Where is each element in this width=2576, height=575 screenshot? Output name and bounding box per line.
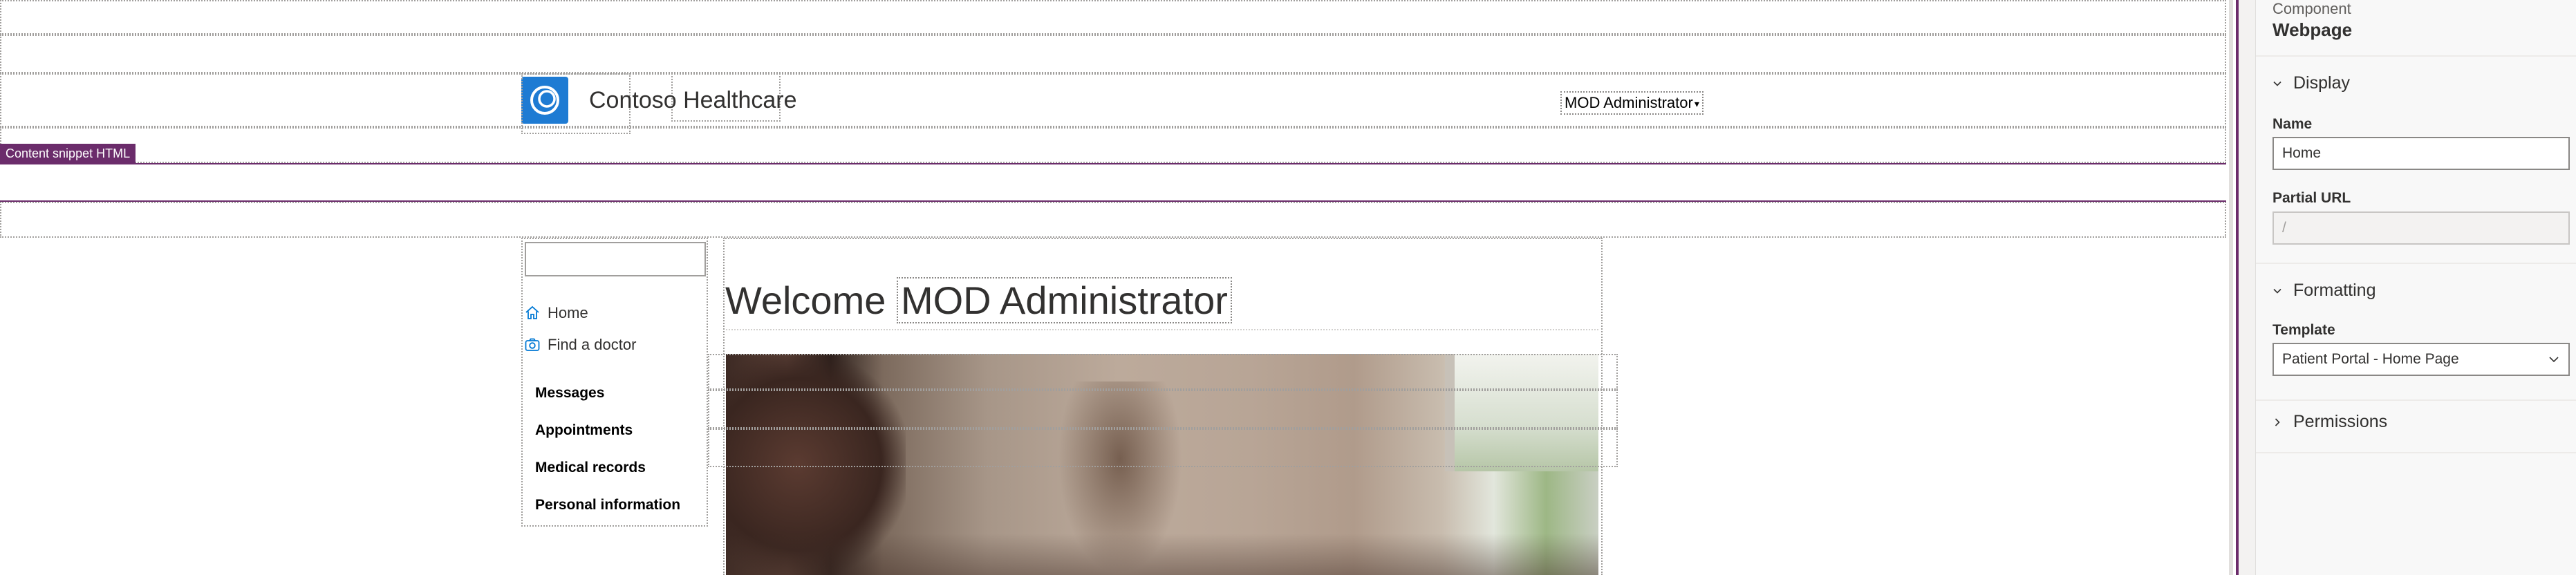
panel-title: Webpage: [2272, 19, 2353, 40]
panel-component-kind: Component: [2272, 0, 2351, 17]
panel-gutter: [2239, 0, 2255, 575]
user-menu-button[interactable]: MOD Administrator ▾: [1560, 91, 1704, 115]
content-snippet-tag[interactable]: Content snippet HTML: [0, 144, 136, 163]
panel-divider: [2256, 399, 2576, 401]
sidebar-item-find-a-doctor[interactable]: Find a doctor: [524, 336, 636, 354]
section-toggle-formatting[interactable]: Formatting: [2272, 281, 2376, 301]
template-selected-value: Patient Portal - Home Page: [2282, 351, 2459, 367]
sidebar-item-personal-information[interactable]: Personal information: [535, 497, 680, 513]
hero-vignette: [726, 534, 1598, 575]
user-menu-label: MOD Administrator: [1565, 94, 1693, 111]
empty-section-below-snippet[interactable]: [0, 202, 2226, 238]
content-snippet-section[interactable]: [0, 163, 2226, 202]
chevron-down-icon: [2549, 357, 2559, 363]
empty-section-top[interactable]: [0, 0, 2226, 35]
panel-divider: [2256, 263, 2576, 264]
chevron-down-icon: [2273, 81, 2281, 86]
sidebar-item-label: Find a doctor: [548, 336, 637, 353]
section-label-display: Display: [2293, 73, 2350, 93]
overlay-section-3[interactable]: [708, 428, 1618, 467]
section-label-formatting: Formatting: [2293, 281, 2376, 300]
sidebar-item-home[interactable]: Home: [524, 304, 588, 322]
editor-canvas: Contoso Healthcare MOD Administrator ▾ Co…: [0, 0, 2229, 575]
camera-icon: [525, 338, 540, 351]
header-section[interactable]: [0, 73, 2226, 127]
template-label: Template: [2272, 322, 2335, 338]
welcome-heading[interactable]: Welcome MOD Administrator: [725, 277, 1232, 323]
welcome-user-name[interactable]: MOD Administrator: [896, 277, 1232, 323]
nav-section[interactable]: [0, 127, 2226, 163]
chevron-down-icon: [2273, 288, 2281, 294]
partial-url-label: Partial URL: [2272, 190, 2351, 206]
panel-divider: [2256, 452, 2576, 453]
name-label: Name: [2272, 116, 2313, 132]
overlay-section-2[interactable]: [708, 390, 1618, 428]
sidebar-search-box[interactable]: [525, 242, 706, 276]
section-label-permissions: Permissions: [2293, 412, 2388, 431]
sidebar-item-medical-records[interactable]: Medical records: [535, 460, 646, 476]
welcome-prefix: Welcome: [725, 279, 886, 322]
sidebar-item-appointments[interactable]: Appointments: [535, 422, 633, 439]
properties-panel: Component Webpage Display Name Home Part…: [2255, 0, 2576, 575]
welcome-divider: [726, 329, 1598, 330]
home-icon: [525, 305, 539, 319]
template-select[interactable]: Patient Portal - Home Page: [2272, 343, 2570, 376]
panel-divider: [2256, 55, 2576, 57]
empty-section-second[interactable]: [0, 35, 2226, 73]
sidebar-item-messages[interactable]: Messages: [535, 385, 604, 402]
section-toggle-display[interactable]: Display: [2272, 73, 2350, 93]
partial-url-field[interactable]: /: [2272, 211, 2570, 245]
canvas-panel-divider[interactable]: [2229, 0, 2233, 575]
section-toggle-permissions[interactable]: Permissions: [2272, 412, 2387, 432]
brand-name[interactable]: Contoso Healthcare: [589, 87, 797, 114]
caret-down-icon: ▾: [1694, 97, 1699, 109]
chevron-right-icon: [2275, 417, 2280, 426]
overlay-section-1[interactable]: [708, 354, 1618, 390]
sidebar-item-label: Home: [548, 304, 588, 321]
sidebar-container: [521, 238, 708, 527]
name-field[interactable]: Home: [2272, 137, 2570, 170]
